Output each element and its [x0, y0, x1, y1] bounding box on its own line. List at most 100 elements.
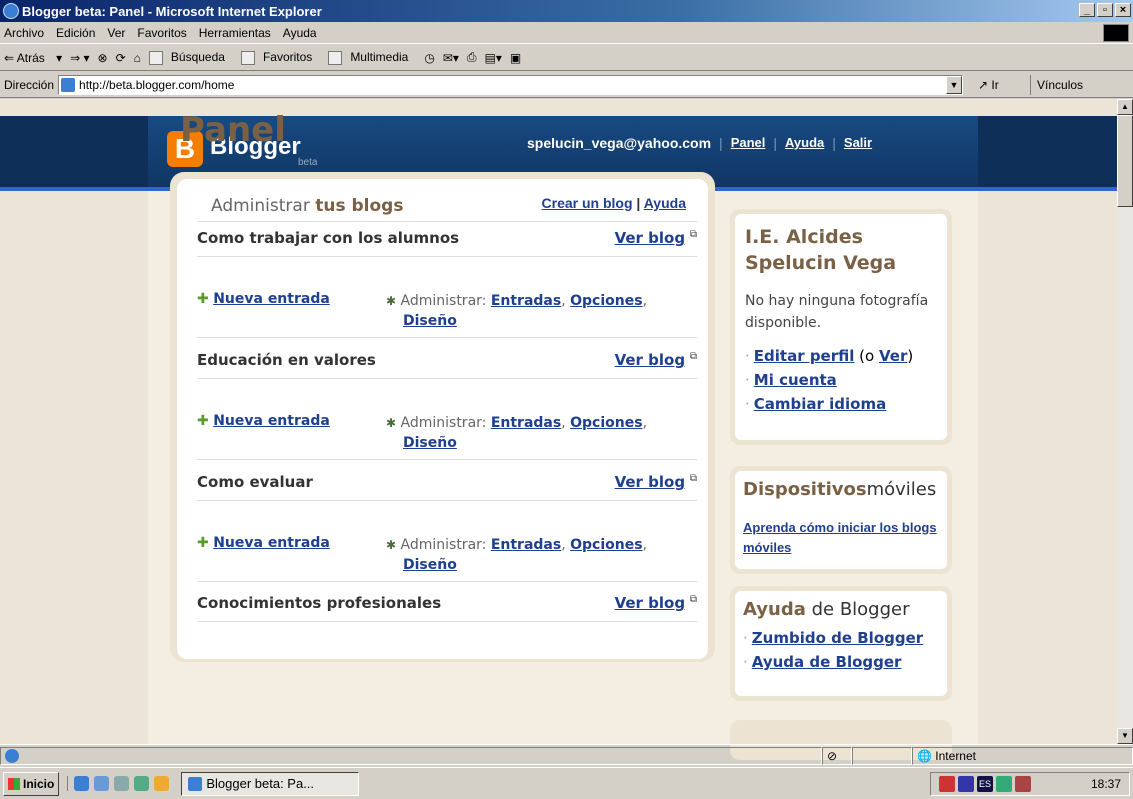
go-button[interactable]: ↗ Ir	[978, 78, 1030, 92]
tray-antivirus-icon[interactable]	[939, 776, 955, 792]
toolbar: ⇐ Atrás ▾ ⇒ ▾ ⊗ ⟳ ⌂ Búsqueda Favoritos M…	[0, 45, 1133, 71]
view-profile-link[interactable]: Ver	[879, 347, 907, 365]
media-player-icon[interactable]	[134, 776, 150, 791]
print-icon[interactable]: ⎙	[467, 50, 477, 65]
gear-icon: ✱	[386, 538, 397, 552]
search-button[interactable]: Búsqueda	[148, 50, 233, 65]
menu-ver[interactable]: Ver	[107, 26, 125, 40]
mobile-box: Dispositivosmóviles Aprenda cómo iniciar…	[730, 466, 952, 574]
history-icon[interactable]: ◷	[424, 51, 434, 65]
nav-salir-link[interactable]: Salir	[844, 135, 872, 151]
address-label: Dirección	[4, 78, 55, 92]
blocked-icon: ⊘	[822, 746, 852, 765]
plus-icon: ✚	[197, 413, 209, 429]
menu-herramientas[interactable]: Herramientas	[199, 26, 271, 40]
stop-icon[interactable]: ⊗	[98, 51, 108, 65]
posts-link[interactable]: Entradas	[491, 293, 561, 309]
mobile-blogs-link[interactable]: Aprenda cómo iniciar los blogs móviles	[743, 518, 939, 558]
external-window-icon: ⧉	[689, 229, 697, 240]
favorites-icon	[240, 50, 255, 65]
gear-icon: ✱	[386, 294, 397, 308]
menu-bar: Archivo Edición Ver Favoritos Herramient…	[0, 22, 1133, 44]
ie-quicklaunch-icon[interactable]	[74, 776, 90, 791]
view-blog-link[interactable]: Ver blog	[615, 229, 686, 247]
address-dropdown-icon[interactable]: ▼	[946, 76, 963, 94]
app-icon[interactable]	[154, 776, 170, 791]
tray-app-icon[interactable]	[1015, 776, 1031, 792]
posts-link[interactable]: Entradas	[491, 415, 561, 431]
media-button[interactable]: Multimedia	[328, 50, 416, 65]
home-icon[interactable]: ⌂	[134, 51, 141, 65]
address-bar: Dirección http://beta.blogger.com/home ▼…	[0, 73, 1133, 98]
manage-help-link[interactable]: Ayuda	[644, 195, 686, 211]
status-text-cell	[0, 746, 822, 765]
scroll-up-icon[interactable]: ▲	[1117, 99, 1133, 115]
my-account-link[interactable]: Mi cuenta	[754, 371, 837, 389]
design-link[interactable]: Diseño	[403, 313, 457, 329]
help-title: Ayuda de Blogger	[743, 599, 910, 620]
options-link[interactable]: Opciones	[570, 293, 642, 309]
edit-profile-link[interactable]: Editar perfil	[754, 347, 855, 365]
desktop-icon[interactable]	[114, 776, 130, 791]
menu-archivo[interactable]: Archivo	[4, 26, 44, 40]
view-blog-link[interactable]: Ver blog	[615, 473, 686, 491]
no-photo-text: No hay ninguna fotografía disponible.	[745, 293, 929, 331]
profile-name: I.E. Alcides Spelucin Vega	[745, 226, 897, 274]
options-link[interactable]: Opciones	[570, 537, 642, 553]
system-tray: ES 18:37	[930, 772, 1130, 796]
create-blog-link[interactable]: Crear un blog	[542, 195, 633, 211]
manage-blogs-title: Administrar tus blogs	[211, 196, 404, 216]
menu-favoritos[interactable]: Favoritos	[137, 26, 186, 40]
mobile-title: Dispositivosmóviles	[743, 479, 937, 500]
close-button[interactable]: ×	[1115, 3, 1131, 17]
help-box: Ayuda de Blogger Zumbido de Blogger Ayud…	[730, 586, 952, 701]
manage-blogs-box: Administrar tus blogs Crear un blog | Ay…	[170, 172, 715, 662]
mail-icon[interactable]: ✉▾	[443, 51, 459, 65]
design-link[interactable]: Diseño	[403, 557, 457, 573]
forward-button[interactable]: ⇒ ▾	[70, 51, 89, 65]
media-icon	[328, 50, 343, 65]
menu-ayuda[interactable]: Ayuda	[283, 26, 317, 40]
blog-name: Conocimientos profesionales	[197, 594, 442, 612]
tray-network-icon[interactable]	[996, 776, 1012, 792]
new-post-link[interactable]: Nueva entrada	[213, 413, 330, 429]
change-language-link[interactable]: Cambiar idioma	[754, 395, 886, 413]
new-post-link[interactable]: Nueva entrada	[213, 535, 330, 551]
scroll-down-icon[interactable]: ▼	[1117, 728, 1133, 744]
plus-icon: ✚	[197, 291, 209, 307]
vertical-scrollbar[interactable]: ▲ ▼	[1117, 99, 1133, 744]
menu-edicion[interactable]: Edición	[56, 26, 95, 40]
blogger-help-link[interactable]: Ayuda de Blogger	[752, 653, 902, 671]
minimize-button[interactable]: _	[1079, 3, 1095, 17]
posts-link[interactable]: Entradas	[491, 537, 561, 553]
tray-shield-icon[interactable]	[958, 776, 974, 792]
external-window-icon: ⧉	[689, 594, 697, 605]
view-blog-link[interactable]: Ver blog	[615, 351, 686, 369]
task-ie-window[interactable]: Blogger beta: Pa...	[181, 771, 360, 796]
windows-logo-icon	[1103, 24, 1129, 42]
edit-icon[interactable]: ▤▾	[485, 51, 502, 65]
favorites-button[interactable]: Favoritos	[240, 50, 320, 65]
header-nav: spelucin_vega@yahoo.com | Panel | Ayuda …	[527, 135, 873, 151]
new-post-link[interactable]: Nueva entrada	[213, 291, 330, 307]
links-button[interactable]: Vínculos	[1030, 75, 1083, 95]
ie-task-icon	[188, 776, 203, 791]
discuss-icon[interactable]: ▣	[510, 51, 521, 65]
refresh-icon[interactable]: ⟳	[116, 51, 126, 65]
status-bar: ⊘ 🌐 Internet	[0, 744, 1133, 766]
nav-panel-link[interactable]: Panel	[731, 135, 766, 151]
blogger-buzz-link[interactable]: Zumbido de Blogger	[752, 629, 923, 647]
address-input[interactable]: http://beta.blogger.com/home	[58, 75, 964, 95]
blog-name: Como evaluar	[197, 473, 313, 491]
design-link[interactable]: Diseño	[403, 435, 457, 451]
nav-ayuda-link[interactable]: Ayuda	[785, 135, 824, 151]
outlook-icon[interactable]	[94, 776, 110, 791]
scroll-thumb[interactable]	[1117, 115, 1133, 207]
language-indicator[interactable]: ES	[977, 776, 993, 792]
start-button[interactable]: Inicio	[3, 771, 60, 796]
plus-icon: ✚	[197, 535, 209, 551]
maximize-button[interactable]: ▫	[1097, 3, 1113, 17]
back-button[interactable]: ⇐ Atrás ▾	[4, 51, 62, 65]
view-blog-link[interactable]: Ver blog	[615, 594, 686, 612]
options-link[interactable]: Opciones	[570, 415, 642, 431]
